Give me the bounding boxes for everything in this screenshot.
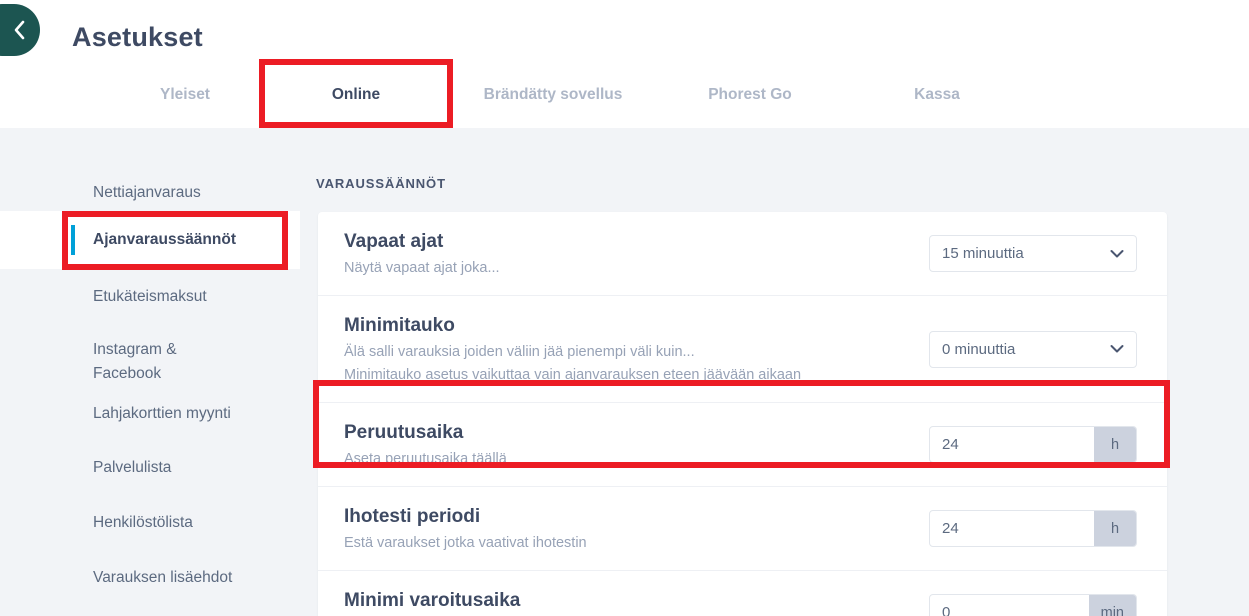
sidebar-item-label: Palvelulista xyxy=(93,459,172,476)
patch-test-period-input-group: h xyxy=(929,510,1137,547)
section-label: VARAUSSÄÄNNÖT xyxy=(316,176,446,191)
sidebar-item-label: Henkilöstölista xyxy=(93,514,193,531)
table-row: Minimi varoitusaika Estä ajanvaraukset j… xyxy=(318,571,1167,616)
sidebar-item-lahjakorttien-myynti[interactable]: Lahjakorttien myynti xyxy=(0,395,300,433)
row-control: min xyxy=(929,594,1137,616)
table-row: Minimitauko Älä salli varauksia joiden v… xyxy=(318,296,1167,403)
settings-sidebar: Nettiajanvaraus Ajanvaraussäännöt Etukät… xyxy=(0,128,300,616)
table-row: Vapaat ajat Näytä vapaat ajat joka... 15… xyxy=(318,212,1167,296)
row-description: Älä salli varauksia joiden väliin jää pi… xyxy=(344,344,695,360)
sidebar-item-label: Instagram & Facebook xyxy=(93,341,177,382)
tab-label: Yleiset xyxy=(160,86,210,103)
back-button[interactable] xyxy=(0,4,40,56)
tab-brandatty-sovellus[interactable]: Brändätty sovellus xyxy=(460,72,646,128)
sidebar-item-henkilostolista[interactable]: Henkilöstölista xyxy=(0,504,300,542)
sidebar-item-instagram-facebook[interactable]: Instagram & Facebook xyxy=(0,324,300,382)
sidebar-item-label: Ajanvaraussäännöt xyxy=(93,231,236,248)
row-text: Minimitauko Älä salli varauksia joiden v… xyxy=(344,312,801,386)
minimum-notice-input-group: min xyxy=(929,594,1137,616)
patch-test-period-input[interactable] xyxy=(930,511,1094,546)
row-control: 0 minuuttia xyxy=(929,330,1137,368)
tab-kassa[interactable]: Kassa xyxy=(895,72,979,128)
chevron-left-icon xyxy=(13,20,26,40)
sidebar-item-label: Lahjakorttien myynti xyxy=(93,405,231,422)
row-description: Aseta peruutusaika täällä xyxy=(344,451,507,467)
settings-main-panel: VARAUSSÄÄNNÖT Vapaat ajat Näytä vapaat a… xyxy=(300,128,1249,616)
sidebar-item-label: Etukäteismaksut xyxy=(93,288,207,305)
minimum-gap-select[interactable]: 0 minuuttia xyxy=(929,330,1137,368)
row-title: Ihotesti periodi xyxy=(344,506,481,527)
sidebar-item-label: Nettiajanvaraus xyxy=(93,184,201,201)
sidebar-item-palvelulista[interactable]: Palvelulista xyxy=(0,449,300,487)
row-text: Peruutusaika Aseta peruutusaika täällä xyxy=(344,419,507,470)
sidebar-item-label: Varauksen lisäehdot xyxy=(93,569,233,586)
tab-online[interactable]: Online xyxy=(265,72,447,128)
page-title: Asetukset xyxy=(72,22,203,52)
booking-rules-card: Vapaat ajat Näytä vapaat ajat joka... 15… xyxy=(318,212,1167,616)
row-text: Minimi varoitusaika Estä ajanvaraukset j… xyxy=(344,587,604,616)
tab-label: Brändätty sovellus xyxy=(483,86,623,103)
row-text: Ihotesti periodi Estä varaukset jotka va… xyxy=(344,503,587,554)
sidebar-item-etukateismaksut[interactable]: Etukäteismaksut xyxy=(0,278,300,316)
row-title: Minimitauko xyxy=(344,315,455,336)
table-row: Ihotesti periodi Estä varaukset jotka va… xyxy=(318,487,1167,571)
tab-label: Phorest Go xyxy=(708,86,792,103)
sidebar-item-varauksen-lisaehdot[interactable]: Varauksen lisäehdot xyxy=(0,559,300,597)
row-description: Estä varaukset jotka vaativat ihotestin xyxy=(344,535,587,551)
tab-label: Online xyxy=(331,86,381,103)
minimum-notice-input[interactable] xyxy=(930,595,1089,616)
row-control: h xyxy=(929,510,1137,547)
active-indicator-bar xyxy=(71,225,75,255)
chevron-down-icon xyxy=(1110,341,1124,358)
tab-phorest-go[interactable]: Phorest Go xyxy=(688,72,812,128)
page-header: Asetukset Yleiset Online Brändätty sovel… xyxy=(0,0,1249,128)
input-unit-suffix: min xyxy=(1088,595,1136,616)
row-title: Minimi varoitusaika xyxy=(344,590,521,611)
cancellation-time-input-group: h xyxy=(929,426,1137,463)
free-slots-select[interactable]: 15 minuuttia xyxy=(929,235,1137,272)
row-description-secondary: Minimitauko asetus vaikuttaa vain ajanva… xyxy=(344,367,802,383)
table-row: Peruutusaika Aseta peruutusaika täällä h xyxy=(318,403,1167,487)
tab-yleiset[interactable]: Yleiset xyxy=(124,72,246,128)
select-value: 0 minuuttia xyxy=(942,340,1016,358)
row-description: Näytä vapaat ajat joka... xyxy=(344,260,500,276)
sidebar-item-nettiajanvaraus[interactable]: Nettiajanvaraus xyxy=(0,174,300,212)
row-title: Vapaat ajat xyxy=(344,231,444,252)
input-unit-suffix: h xyxy=(1094,511,1136,546)
tab-bar: Yleiset Online Brändätty sovellus Phores… xyxy=(0,72,1249,128)
tab-label: Kassa xyxy=(914,86,960,103)
row-title: Peruutusaika xyxy=(344,422,464,443)
settings-page: Asetukset Yleiset Online Brändätty sovel… xyxy=(0,0,1249,616)
cancellation-time-input[interactable] xyxy=(930,427,1094,462)
row-control: h xyxy=(929,426,1137,463)
row-text: Vapaat ajat Näytä vapaat ajat joka... xyxy=(344,228,500,279)
sidebar-item-ajanvaraussaannot[interactable]: Ajanvaraussäännöt xyxy=(0,211,300,269)
row-control: 15 minuuttia xyxy=(929,235,1137,272)
select-value: 15 minuuttia xyxy=(942,245,1024,262)
input-unit-suffix: h xyxy=(1094,427,1136,462)
chevron-down-icon xyxy=(1110,245,1124,262)
